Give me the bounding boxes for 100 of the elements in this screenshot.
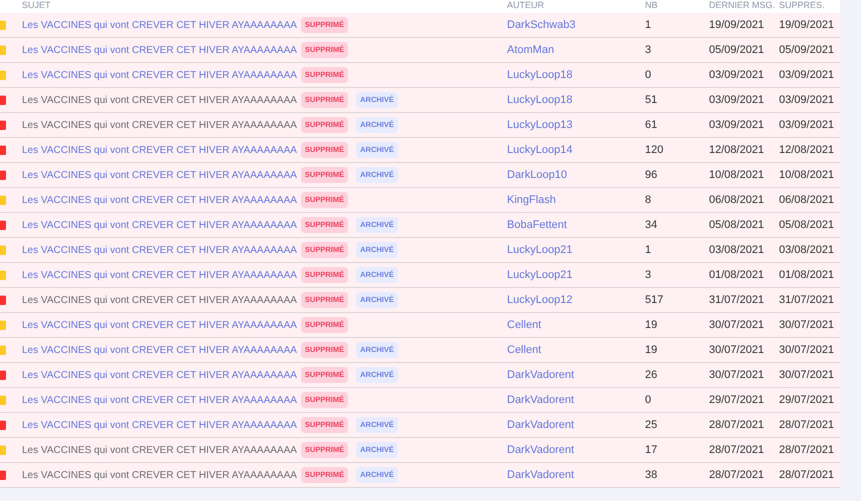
author-link[interactable]: DarkVadorent: [507, 368, 574, 381]
last-message-date: 03/09/2021: [709, 118, 764, 131]
author-link[interactable]: AtomMan: [507, 44, 554, 56]
reply-count: 1: [645, 18, 652, 31]
author-link[interactable]: Cellent: [507, 344, 542, 356]
last-message-date: 30/07/2021: [709, 368, 764, 381]
deletion-date: 01/08/2021: [779, 268, 834, 281]
topic-link[interactable]: Les VACCINES qui vont CREVER CET HIVER AYAAAAAAAA: [22, 342, 297, 358]
topic-link[interactable]: Les VACCINES qui vont CREVER CET HIVER AYAAAAAAAA: [22, 442, 297, 458]
topic-link[interactable]: Les VACCINES qui vont CREVER CET HIVER AYAAAAAAAA: [22, 468, 297, 482]
deletion-date: 06/08/2021: [779, 194, 834, 206]
topic-link[interactable]: Les VACCINES qui vont CREVER CET HIVER AYAAAAAAAA: [22, 292, 297, 308]
topic-link[interactable]: Les VACCINES qui vont CREVER CET HIVER AYAAAAAAAA: [22, 242, 297, 258]
last-message-date: 19/09/2021: [709, 18, 764, 31]
deletion-date: 12/08/2021: [779, 144, 834, 156]
column-header[interactable]: DERNIER MSG.: [709, 0, 776, 10]
topic-link[interactable]: Les VACCINES qui vont CREVER CET HIVER AYAAAAAAAA: [22, 142, 297, 158]
reply-count: 25: [645, 418, 658, 431]
reply-count: 3: [645, 268, 652, 281]
topic-link[interactable]: Les VACCINES qui vont CREVER CET HIVER AYAAAAAAAA: [22, 192, 297, 208]
author-link[interactable]: DarkLoop10: [507, 168, 567, 181]
reply-count: 96: [645, 168, 658, 181]
last-message-date: 03/09/2021: [709, 94, 764, 106]
author-link[interactable]: LuckyLoop12: [507, 294, 572, 306]
last-message-date: 12/08/2021: [709, 144, 764, 156]
topic-link[interactable]: Les VACCINES qui vont CREVER CET HIVER AYAAAAAAAA: [22, 118, 297, 132]
reply-count: 34: [645, 218, 658, 231]
reply-count: 38: [645, 468, 658, 481]
last-message-date: 29/07/2021: [709, 394, 764, 406]
reply-count: 61: [645, 118, 658, 131]
column-header[interactable]: SUPPRES.: [779, 0, 825, 10]
author-link[interactable]: DarkSchwab3: [507, 18, 576, 31]
reply-count: 517: [645, 294, 664, 306]
deletion-date: 29/07/2021: [779, 394, 834, 406]
last-message-date: 30/07/2021: [709, 318, 764, 331]
author-link[interactable]: LuckyLoop21: [507, 268, 572, 281]
last-message-date: 31/07/2021: [709, 294, 764, 306]
deletion-date: 28/07/2021: [779, 468, 834, 481]
last-message-date: 05/09/2021: [709, 44, 764, 56]
author-link[interactable]: DarkVadorent: [507, 418, 574, 431]
reply-count: 1: [645, 244, 652, 256]
topic-link[interactable]: Les VACCINES qui vont CREVER CET HIVER AYAAAAAAAA: [22, 42, 297, 58]
last-message-date: 28/07/2021: [709, 444, 764, 456]
deletion-date: 30/07/2021: [779, 318, 834, 331]
topic-link[interactable]: Les VACCINES qui vont CREVER CET HIVER AYAAAAAAAA: [22, 392, 297, 408]
reply-count: 0: [645, 68, 652, 81]
reply-count: 0: [645, 394, 652, 406]
deletion-date: 03/09/2021: [779, 94, 834, 106]
reply-count: 19: [645, 344, 658, 356]
author-link[interactable]: DarkVadorent: [507, 444, 574, 456]
deletion-date: 03/09/2021: [779, 68, 834, 81]
author-link[interactable]: Cellent: [507, 318, 542, 331]
topic-link[interactable]: Les VACCINES qui vont CREVER CET HIVER AYAAAAAAAA: [22, 368, 297, 382]
author-link[interactable]: LuckyLoop18: [507, 94, 572, 106]
author-link[interactable]: LuckyLoop14: [507, 144, 572, 156]
topic-link[interactable]: Les VACCINES qui vont CREVER CET HIVER AYAAAAAAAA: [22, 318, 297, 332]
reply-count: 51: [645, 94, 658, 106]
last-message-date: 05/08/2021: [709, 218, 764, 231]
deletion-date: 10/08/2021: [779, 168, 834, 181]
topic-link[interactable]: Les VACCINES qui vont CREVER CET HIVER AYAAAAAAAA: [22, 18, 297, 32]
author-link[interactable]: KingFlash: [507, 194, 556, 206]
deletion-date: 05/08/2021: [779, 218, 834, 231]
last-message-date: 10/08/2021: [709, 168, 764, 181]
reply-count: 19: [645, 318, 658, 331]
topic-link[interactable]: Les VACCINES qui vont CREVER CET HIVER AYAAAAAAAA: [22, 92, 297, 108]
last-message-date: 28/07/2021: [709, 468, 764, 481]
reply-count: 3: [645, 44, 652, 56]
author-link[interactable]: BobaFettent: [507, 218, 567, 231]
topic-link[interactable]: Les VACCINES qui vont CREVER CET HIVER AYAAAAAAAA: [22, 218, 297, 232]
topic-link[interactable]: Les VACCINES qui vont CREVER CET HIVER AYAAAAAAAA: [22, 268, 297, 282]
deletion-date: 19/09/2021: [779, 18, 834, 31]
author-link[interactable]: LuckyLoop21: [507, 244, 572, 256]
author-link[interactable]: LuckyLoop18: [507, 68, 572, 81]
author-link[interactable]: LuckyLoop13: [507, 118, 572, 131]
topic-link[interactable]: Les VACCINES qui vont CREVER CET HIVER AYAAAAAAAA: [22, 168, 297, 182]
reply-count: 26: [645, 368, 658, 381]
topic-link[interactable]: Les VACCINES qui vont CREVER CET HIVER AYAAAAAAAA: [22, 68, 297, 82]
deletion-date: 28/07/2021: [779, 418, 834, 431]
deletion-date: 30/07/2021: [779, 368, 834, 381]
last-message-date: 03/09/2021: [709, 68, 764, 81]
deletion-date: 03/09/2021: [779, 118, 834, 131]
topic-link[interactable]: Les VACCINES qui vont CREVER CET HIVER AYAAAAAAAA: [22, 418, 297, 432]
column-header[interactable]: NB: [645, 0, 658, 10]
author-link[interactable]: DarkVadorent: [507, 468, 574, 481]
deletion-date: 30/07/2021: [779, 344, 834, 356]
deletion-date: 05/09/2021: [779, 44, 834, 56]
reply-count: 17: [645, 444, 658, 456]
last-message-date: 28/07/2021: [709, 418, 764, 431]
last-message-date: 03/08/2021: [709, 244, 764, 256]
column-header[interactable]: AUTEUR: [507, 0, 544, 10]
deletion-date: 28/07/2021: [779, 444, 834, 456]
deletion-date: 03/08/2021: [779, 244, 834, 256]
last-message-date: 06/08/2021: [709, 194, 764, 206]
last-message-date: 01/08/2021: [709, 268, 764, 281]
author-link[interactable]: DarkVadorent: [507, 394, 574, 406]
reply-count: 8: [645, 194, 652, 206]
deletion-date: 31/07/2021: [779, 294, 834, 306]
reply-count: 120: [645, 144, 664, 156]
last-message-date: 30/07/2021: [709, 344, 764, 356]
column-header[interactable]: SUJET: [22, 0, 51, 10]
